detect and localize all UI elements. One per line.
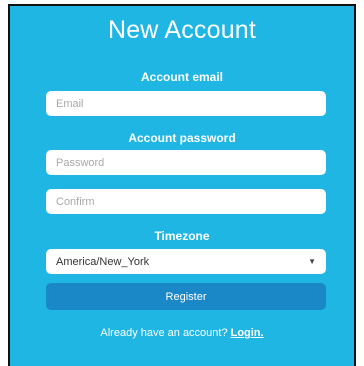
password-field[interactable] <box>46 150 326 175</box>
timezone-selected-value: America/New_York <box>56 255 150 268</box>
password-label: Account password <box>128 131 236 145</box>
chevron-down-icon: ▼ <box>308 257 316 266</box>
page-frame: New Account Account email Account passwo… <box>0 0 364 366</box>
new-account-panel: New Account Account email Account passwo… <box>8 4 356 366</box>
email-label: Account email <box>140 70 224 84</box>
timezone-label: Timezone <box>154 229 210 243</box>
email-field[interactable] <box>46 91 326 116</box>
login-link[interactable]: Login. <box>231 327 264 339</box>
register-button[interactable]: Register <box>46 283 326 310</box>
confirm-password-field[interactable] <box>46 189 326 214</box>
login-prompt-text: Already have an account? <box>100 327 228 339</box>
timezone-select[interactable]: America/New_York ▼ <box>46 249 326 274</box>
page-title: New Account <box>107 16 257 44</box>
login-prompt: Already have an account? Login. <box>10 327 354 339</box>
